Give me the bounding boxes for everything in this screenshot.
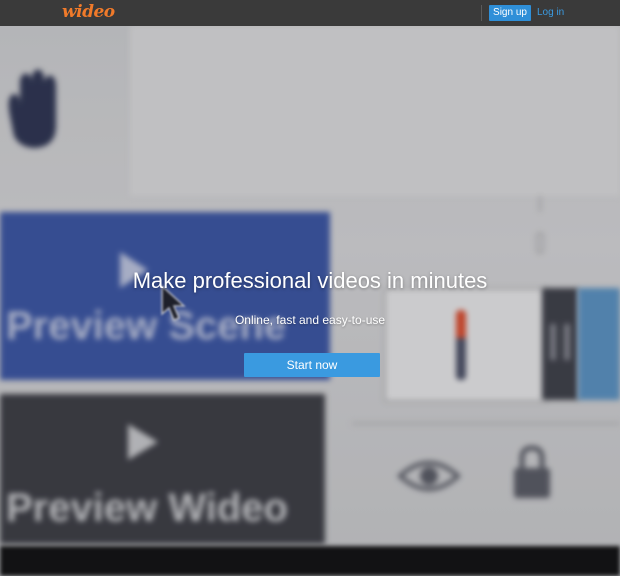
landing-page: Preview Scene Preview Wideo wideo Sign u… <box>0 0 620 576</box>
top-nav: wideo Sign up Log in <box>0 0 620 26</box>
start-now-button[interactable]: Start now <box>244 353 380 377</box>
wideo-logo[interactable]: wideo <box>62 2 115 22</box>
hero-headline: Make professional videos in minutes <box>132 268 488 293</box>
hero-section: Make professional videos in minutes Onli… <box>0 0 620 576</box>
log-in-link[interactable]: Log in <box>537 5 564 21</box>
sign-up-button[interactable]: Sign up <box>489 5 531 21</box>
hero-subheadline: Online, fast and easy-to-use <box>234 313 386 327</box>
nav-divider <box>481 5 482 21</box>
